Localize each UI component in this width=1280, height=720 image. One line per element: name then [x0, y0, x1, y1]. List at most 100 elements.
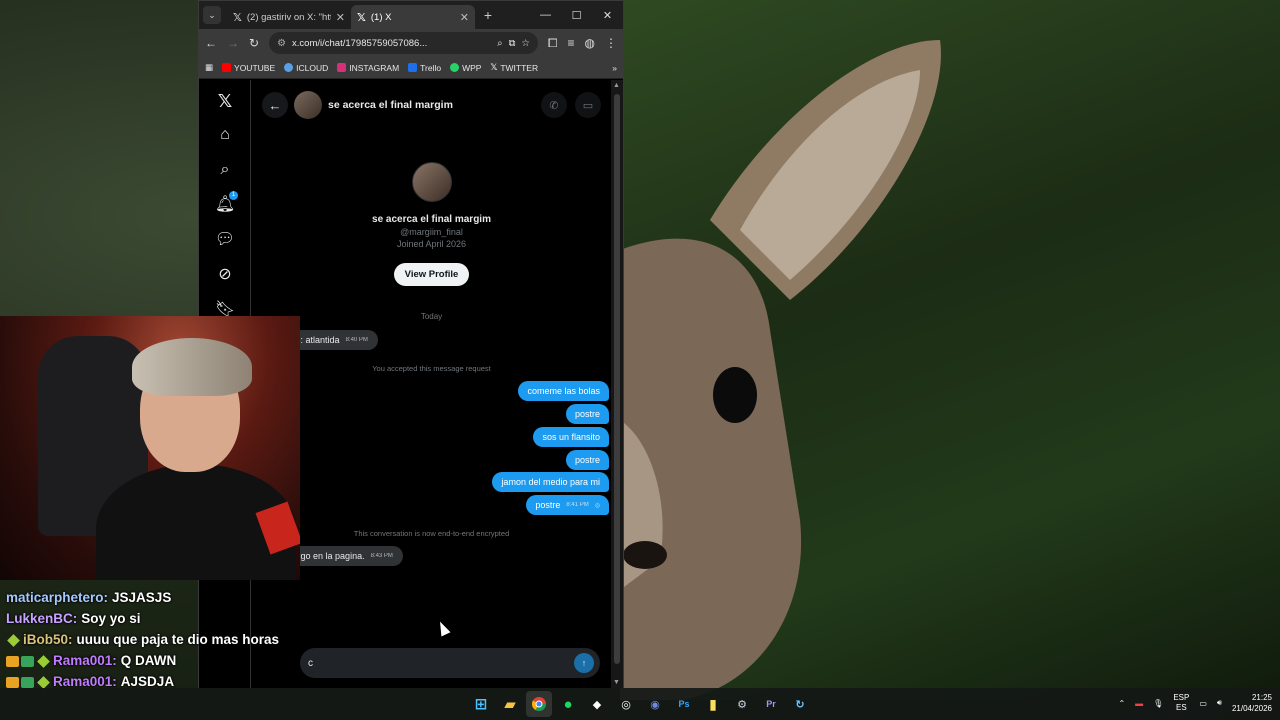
message-input[interactable] [308, 657, 574, 669]
scrollbar[interactable]: ▲ ▼ [611, 80, 623, 688]
crown-badge-icon [6, 655, 19, 667]
zoom-icon[interactable]: ⌕ [497, 38, 502, 49]
windows-start-icon[interactable]: ⊞ [468, 691, 494, 717]
profile-avatar[interactable] [411, 162, 452, 202]
close-tab-icon[interactable]: ✕ [460, 11, 469, 24]
microphone-icon[interactable]: 🎙︎ [1153, 699, 1163, 708]
view-profile-button[interactable]: View Profile [393, 263, 470, 286]
reload-icon[interactable]: ↻ [249, 36, 259, 50]
scroll-down-icon[interactable]: ▼ [613, 679, 620, 686]
bookmark-wpp[interactable]: WPP [450, 63, 481, 73]
bookmark-trello[interactable]: Trello [408, 63, 441, 73]
icloud-icon [284, 63, 294, 72]
message-outgoing[interactable]: jamon del medio para mi [492, 472, 609, 492]
photoshop-icon[interactable]: Ps [671, 691, 697, 717]
chat-line: maticarphetero: JSJASJS [6, 589, 294, 607]
message-outgoing[interactable]: postre [565, 404, 609, 424]
new-tab-button[interactable]: + [477, 7, 499, 23]
bookmark-star-icon[interactable]: ☆ [521, 38, 530, 49]
back-button[interactable]: ← [262, 92, 288, 118]
bookmark-instagram[interactable]: INSTAGRAM [337, 63, 399, 73]
avatar[interactable] [294, 91, 322, 119]
refresh-app-icon[interactable]: ↻ [787, 691, 813, 717]
more-bookmarks-icon[interactable]: » [612, 63, 617, 73]
discord-icon[interactable]: ◉ [642, 691, 668, 717]
file-explorer-icon[interactable]: ▰ [497, 691, 523, 717]
x-logo-icon: 𝕏 [357, 11, 366, 24]
network-icon[interactable]: ▭ [1199, 699, 1207, 708]
phone-call-icon[interactable]: ✆ [541, 92, 567, 118]
maximize-icon[interactable]: ☐ [561, 9, 592, 22]
windows-taskbar: ⊞ ▰ ● ◆ ◎ ◉ Ps ▮ ⚙ Pr ↻ ⌃ ▬ 🎙︎ ESP ES ▭ … [0, 688, 1280, 720]
diamond-badge-icon [37, 675, 50, 689]
message-text: sos un flansito [542, 432, 600, 442]
chat-line: Rama001: Q DAWN [6, 652, 294, 670]
url-text: x.com/i/chat/17985759057086... [292, 37, 428, 49]
volume-icon[interactable]: 🔊︎ [1217, 698, 1222, 708]
send-button[interactable]: ↑ [574, 653, 594, 673]
media-icon[interactable]: ≡ [568, 36, 575, 50]
back-arrow-icon[interactable]: ← [205, 36, 217, 50]
notifications-bell-icon[interactable]: 🔔︎ 1 [214, 191, 238, 215]
x-home-logo-icon[interactable]: 𝕏 [214, 90, 236, 112]
tab-x-chat[interactable]: 𝕏 (1) X ✕ [351, 5, 475, 29]
tab-gastiriv[interactable]: 𝕏 (2) gastiriv on X: "https: ✕ [227, 5, 351, 29]
apps-grid-icon[interactable]: ▦ [205, 62, 213, 73]
profile-handle: @margiim_final [400, 227, 463, 237]
spotify-icon[interactable]: ● [555, 691, 581, 717]
extensions-icon[interactable]: ⧠ [548, 36, 558, 51]
obs-icon[interactable]: ◎ [613, 691, 639, 717]
video-call-icon[interactable]: ▭ [575, 92, 601, 118]
messages-icon[interactable]: 💬︎ [214, 228, 236, 250]
message-outgoing[interactable]: comeme las bolas [518, 381, 609, 401]
scroll-up-icon[interactable]: ▲ [613, 82, 620, 89]
message-composer: ↑ [300, 648, 600, 678]
site-settings-icon[interactable]: ⚙ [277, 38, 286, 49]
clock[interactable]: 21:25 21/04/2026 [1232, 692, 1272, 714]
webcam-overlay [0, 316, 300, 580]
tab-search-button[interactable]: ⌄ [203, 6, 221, 24]
message-outgoing[interactable]: sos un flansito [533, 427, 609, 447]
message-outgoing[interactable]: postre [565, 450, 609, 470]
home-icon[interactable]: ⌂ [214, 124, 236, 146]
cast-icon[interactable]: ⧉ [509, 38, 516, 49]
youtube-icon [222, 63, 232, 72]
flag-icon[interactable]: ▬ [1135, 699, 1143, 708]
premiere-icon[interactable]: Pr [758, 691, 784, 717]
taskbar-apps: ⊞ ▰ ● ◆ ◎ ◉ Ps ▮ ⚙ Pr ↻ [468, 691, 813, 717]
chat-line: LukkenBC: Soy yo si [6, 610, 294, 628]
diamond-badge-icon [37, 654, 50, 668]
message-text: postre [535, 500, 561, 510]
profile-avatar-icon[interactable]: ◍ [585, 36, 595, 50]
search-icon[interactable]: ⌕ [214, 159, 236, 181]
address-bar-row: ← → ↻ ⚙ x.com/i/chat/17985759057086... ⌕… [199, 29, 623, 57]
minimize-icon[interactable]: — [530, 9, 561, 22]
date-divider: Today [420, 312, 443, 321]
trello-icon [408, 63, 418, 72]
chat-username: iBob50: [23, 632, 73, 647]
chat-username: Rama001: [53, 653, 117, 668]
close-window-icon[interactable]: ✕ [592, 9, 623, 22]
tray-chevron-icon[interactable]: ⌃ [1118, 699, 1125, 708]
url-field[interactable]: ⚙ x.com/i/chat/17985759057086... ⌕ ⧉ ☆ [269, 32, 538, 54]
dark-app-icon[interactable]: ◆ [584, 691, 610, 717]
bookmarks-bar: ▦ YOUTUBE ICLOUD INSTAGRAM Trello WPP 𝕏T… [199, 57, 623, 79]
message-text: jamon del medio para mi [501, 477, 600, 487]
system-message-encrypted: This conversation is now end-to-end encr… [353, 529, 510, 538]
bookmark-icloud[interactable]: ICLOUD [284, 63, 328, 73]
sticky-notes-icon[interactable]: ▮ [700, 691, 726, 717]
menu-kebab-icon[interactable]: ⋮ [605, 36, 617, 50]
close-tab-icon[interactable]: ✕ [336, 11, 345, 24]
forward-arrow-icon[interactable]: → [227, 36, 239, 50]
chrome-icon[interactable] [526, 691, 552, 717]
language-indicator[interactable]: ESP ES [1173, 693, 1189, 713]
message-outgoing[interactable]: postre 8:41 PM ◎ [526, 495, 609, 515]
steam-icon[interactable]: ⚙ [729, 691, 755, 717]
message-text: postre [574, 409, 600, 419]
grok-icon[interactable]: ⊘ [214, 263, 236, 285]
streamer-hair [132, 338, 252, 396]
bookmark-youtube[interactable]: YOUTUBE [222, 63, 275, 73]
bookmark-twitter[interactable]: 𝕏 TWITTER [490, 62, 538, 73]
scrollbar-thumb[interactable] [614, 94, 620, 664]
wallpaper-deer-photo [620, 0, 1280, 700]
